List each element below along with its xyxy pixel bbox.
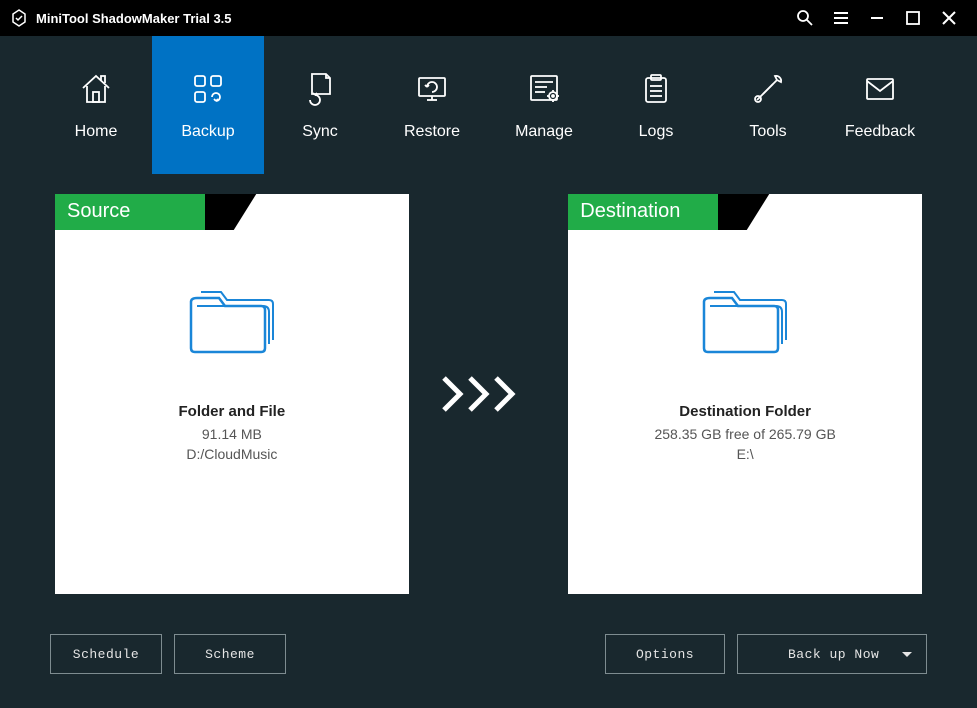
nav-label: Backup [181,123,234,141]
source-header: Source [55,194,409,230]
nav-label: Sync [302,123,338,141]
titlebar: MiniTool ShadowMaker Trial 3.5 [0,0,977,36]
backup-icon [188,69,228,109]
scheme-button[interactable]: Scheme [174,634,286,674]
app-logo-icon [10,9,28,27]
source-title: Folder and File [179,403,286,420]
options-button[interactable]: Options [605,634,725,674]
chevron-down-icon [902,652,912,657]
search-icon[interactable] [787,3,823,33]
nav-label: Logs [639,123,674,141]
destination-header: Destination [568,194,922,230]
minimize-icon[interactable] [859,3,895,33]
bottom-bar: Schedule Scheme Options Back up Now [0,614,977,694]
sync-icon [300,69,340,109]
feedback-icon [860,69,900,109]
source-path: D:/CloudMusic [186,446,277,462]
nav-restore[interactable]: Restore [376,36,488,174]
backup-now-label: Back up Now [788,647,879,662]
nav-feedback[interactable]: Feedback [824,36,936,174]
maximize-icon[interactable] [895,3,931,33]
nav-label: Manage [515,123,573,141]
nav-label: Feedback [845,123,915,141]
scheme-label: Scheme [205,647,255,662]
window-controls [787,3,967,33]
folder-icon [698,282,792,363]
backup-now-button[interactable]: Back up Now [737,634,927,674]
nav-backup[interactable]: Backup [152,36,264,174]
manage-icon [524,69,564,109]
main-nav: Home Backup Sync [0,36,977,174]
content-area: Source Folder and File 91.14 MB D:/Cloud… [0,174,977,614]
arrow-icon [429,372,549,416]
source-card[interactable]: Source Folder and File 91.14 MB D:/Cloud… [55,194,409,594]
folder-icon [185,282,279,363]
close-icon[interactable] [931,3,967,33]
nav-manage[interactable]: Manage [488,36,600,174]
nav-sync[interactable]: Sync [264,36,376,174]
destination-header-label: Destination [568,194,718,230]
menu-icon[interactable] [823,3,859,33]
destination-free: 258.35 GB free of 265.79 GB [654,426,835,442]
home-icon [76,69,116,109]
tools-icon [748,69,788,109]
restore-icon [412,69,452,109]
destination-path: E:\ [737,446,754,462]
nav-logs[interactable]: Logs [600,36,712,174]
nav-label: Home [75,123,118,141]
nav-home[interactable]: Home [40,36,152,174]
schedule-label: Schedule [73,647,139,662]
schedule-button[interactable]: Schedule [50,634,162,674]
app-title: MiniTool ShadowMaker Trial 3.5 [36,11,787,26]
destination-card[interactable]: Destination Destination Folder 258.35 GB… [568,194,922,594]
options-label: Options [636,647,694,662]
nav-label: Restore [404,123,460,141]
destination-title: Destination Folder [679,403,811,420]
logs-icon [636,69,676,109]
nav-tools[interactable]: Tools [712,36,824,174]
source-size: 91.14 MB [202,426,262,442]
nav-label: Tools [749,123,786,141]
source-header-label: Source [55,194,205,230]
